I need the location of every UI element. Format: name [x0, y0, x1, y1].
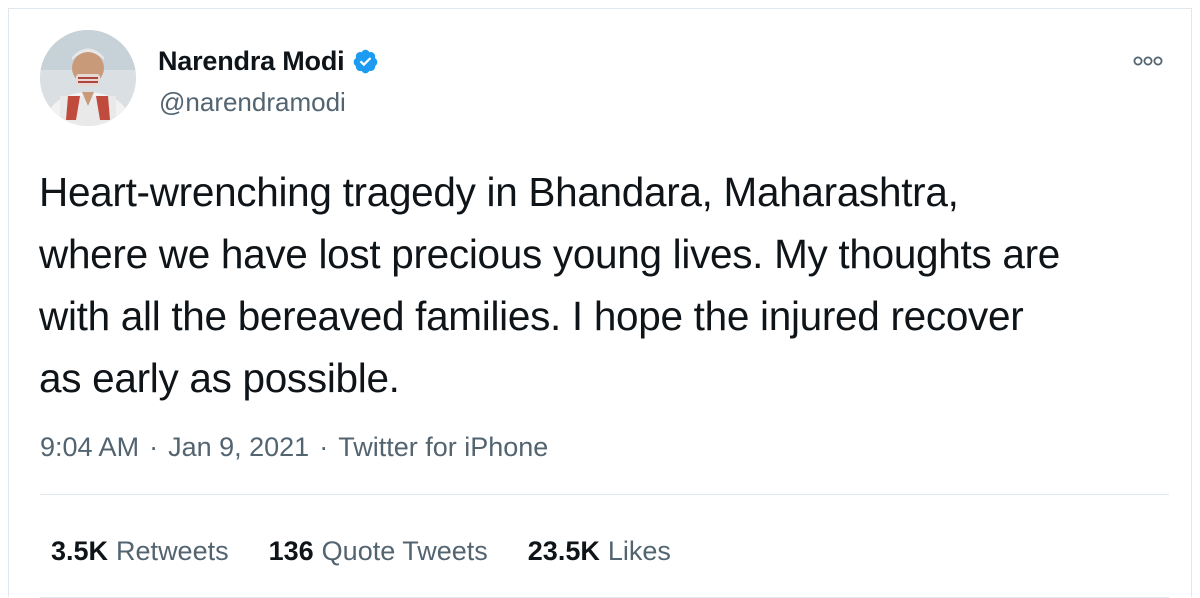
tweet-metadata: 9:04 AM · Jan 9, 2021 · Twitter for iPho…: [40, 429, 548, 465]
more-options-icon: [1133, 56, 1163, 66]
stats-divider-top: [40, 494, 1169, 495]
tweet-card: Narendra Modi @narendramodi Heart-wrench…: [8, 8, 1192, 598]
author-avatar[interactable]: [40, 30, 136, 126]
retweets-label: Retweets: [116, 535, 229, 566]
tweet-source[interactable]: Twitter for iPhone: [338, 432, 548, 463]
more-options-button[interactable]: [1133, 53, 1163, 69]
avatar-image: [40, 30, 136, 126]
retweets-stat[interactable]: 3.5K Retweets: [51, 536, 229, 567]
quote-tweets-count: 136: [268, 535, 314, 566]
likes-label: Likes: [607, 535, 671, 566]
quote-tweets-stat[interactable]: 136 Quote Tweets: [269, 536, 488, 567]
verified-badge-icon: [352, 48, 379, 75]
tweet-time[interactable]: 9:04 AM: [40, 432, 139, 463]
tweet-stats: 3.5K Retweets 136 Quote Tweets 23.5K Lik…: [51, 531, 711, 571]
author-name-row: Narendra Modi: [158, 43, 379, 79]
likes-stat[interactable]: 23.5K Likes: [528, 536, 671, 567]
author-handle[interactable]: @narendramodi: [159, 87, 346, 118]
author-display-name[interactable]: Narendra Modi: [158, 46, 345, 77]
meta-separator: ·: [149, 431, 159, 462]
retweets-count: 3.5K: [51, 535, 109, 566]
meta-separator: ·: [319, 431, 329, 462]
tweet-text: Heart-wrenching tragedy in Bhandara, Mah…: [39, 169, 1060, 401]
quote-tweets-label: Quote Tweets: [321, 535, 488, 566]
tweet-date[interactable]: Jan 9, 2021: [168, 432, 309, 463]
likes-count: 23.5K: [527, 535, 600, 566]
